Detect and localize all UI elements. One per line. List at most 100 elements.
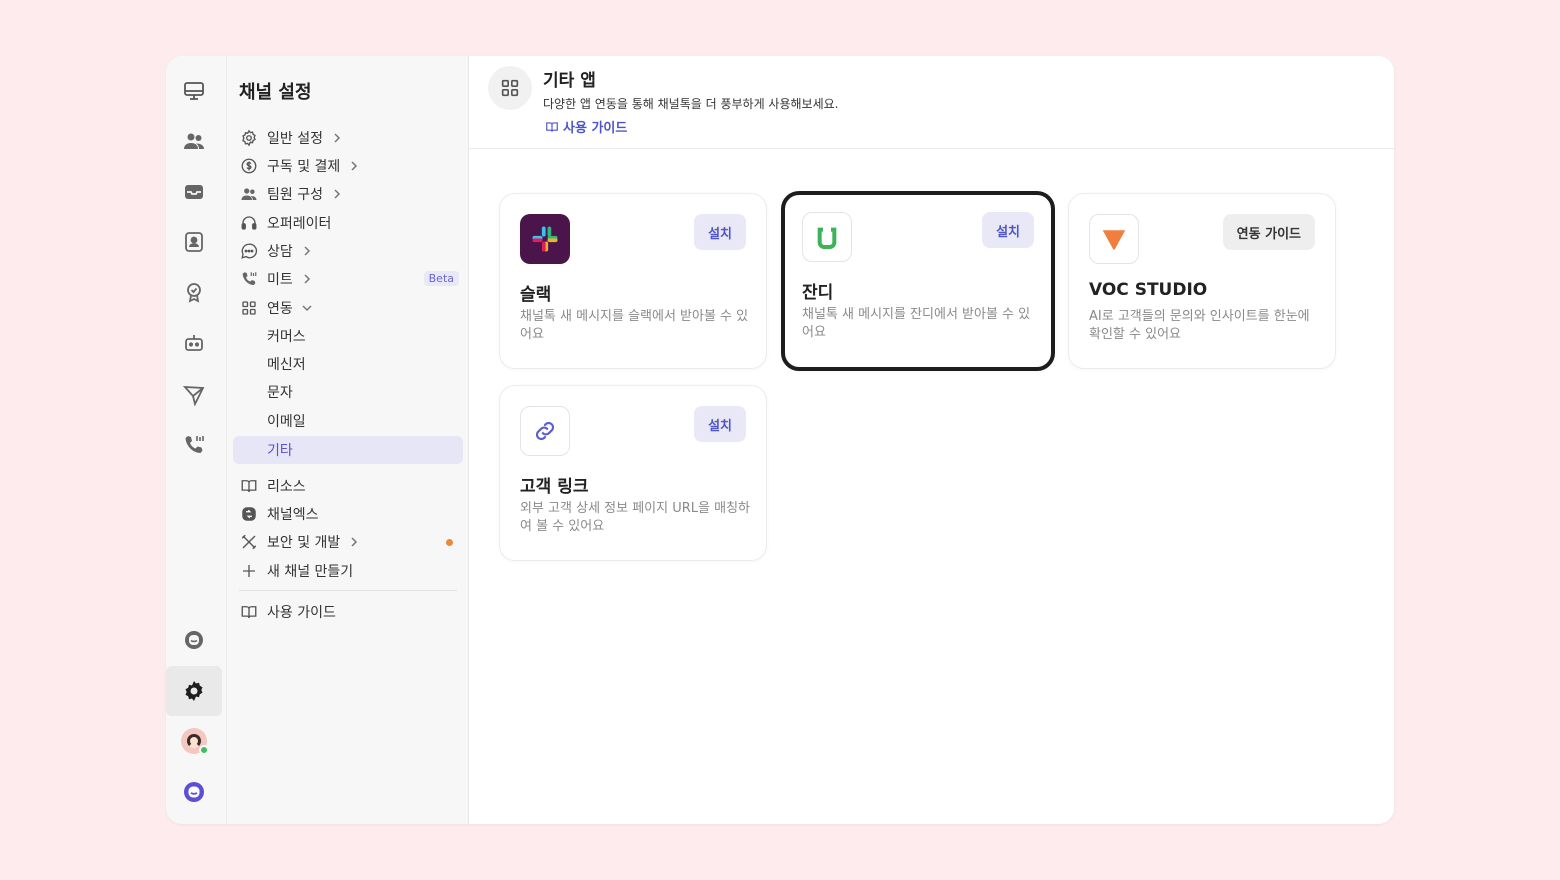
nav-item-channel-x[interactable]: 채널엑스 [233, 500, 463, 528]
notice-dot [446, 539, 453, 546]
nav-sub-sms[interactable]: 문자 [233, 378, 463, 406]
rail-channel-talk-button[interactable] [166, 615, 222, 665]
chevron-right-icon [301, 245, 313, 257]
nav-label: 오퍼레이터 [267, 216, 332, 232]
gear-icon [239, 128, 259, 148]
app-name: VOC STUDIO [1089, 280, 1208, 300]
headset-icon [239, 213, 259, 233]
nav-sub-commerce[interactable]: 커머스 [233, 322, 463, 350]
users-icon [184, 133, 204, 149]
nav-label: 일반 설정 [267, 131, 323, 147]
install-button[interactable]: 설치 [694, 214, 746, 250]
chevron-down-icon [301, 302, 313, 314]
nav-label: 사용 가이드 [267, 605, 336, 621]
nav-label: 팀원 구성 [267, 187, 323, 203]
voc-studio-logo-icon [1089, 214, 1139, 264]
channel-talk-logo-icon [184, 782, 204, 802]
rail-campaign-button[interactable] [166, 370, 222, 420]
page-header: 기타 앱 다양한 앱 연동을 통해 채널톡을 더 풍부하게 사용해보세요. 사용… [469, 56, 1394, 149]
nav-sub-other[interactable]: 기타 [233, 436, 463, 464]
badge-check-icon [187, 283, 201, 303]
rail-profile-button[interactable] [166, 716, 222, 766]
plus-icon [239, 561, 259, 581]
monitor-icon [184, 82, 204, 100]
nav-item-general-settings[interactable]: 일반 설정 [233, 124, 463, 152]
app-description: 외부 고객 상세 정보 페이지 URL을 매칭하여 볼 수 있어요 [520, 501, 750, 534]
integration-guide-button[interactable]: 연동 가이드 [1222, 214, 1315, 250]
contact-card-icon [185, 232, 203, 252]
phone-call-icon [185, 436, 204, 453]
user-guide-link[interactable]: 사용 가이드 [545, 117, 627, 136]
rail-contacts-button[interactable] [166, 116, 222, 166]
nav-label: 보안 및 개발 [267, 535, 341, 551]
grid-icon [239, 298, 259, 318]
chevron-right-icon [331, 188, 343, 200]
app-card-slack[interactable]: 설치 슬랙 채널톡 새 메시지를 슬랙에서 받아볼 수 있어요 [499, 193, 767, 369]
nav-item-subscription[interactable]: 구독 및 결제 [233, 152, 463, 180]
online-status-dot [199, 745, 209, 755]
app-window: 채널 설정 일반 설정 구독 및 결제 팀원 구성 오퍼레이터 상담 미트 Be… [166, 56, 1394, 824]
install-button[interactable]: 설치 [982, 212, 1034, 248]
rail-inbox-monitor-button[interactable] [166, 66, 222, 116]
phone-icon [239, 269, 259, 289]
rail-bot-button[interactable] [166, 318, 222, 368]
nav-item-team[interactable]: 팀원 구성 [233, 180, 463, 208]
app-name: 잔디 [802, 283, 834, 303]
send-icon [182, 385, 205, 407]
app-name: 슬랙 [520, 285, 552, 305]
book-icon [239, 476, 259, 496]
nav-item-integration[interactable]: 연동 [233, 294, 463, 322]
beta-badge: Beta [423, 271, 459, 286]
dollar-icon [239, 156, 259, 176]
nav-label: 연동 [267, 301, 293, 317]
chevron-right-icon [301, 273, 313, 285]
app-card-jandi[interactable]: 설치 잔디 채널톡 새 메시지를 잔디에서 받아볼 수 있어요 [781, 191, 1055, 371]
slack-logo-icon [520, 214, 570, 264]
nav-label: 미트 [267, 272, 293, 288]
install-button[interactable]: 설치 [694, 406, 746, 442]
nav-label: 구독 및 결제 [267, 159, 341, 175]
rail-call-button[interactable] [166, 420, 222, 470]
nav-sub-email[interactable]: 이메일 [233, 407, 463, 435]
nav-label: 상담 [267, 244, 293, 260]
nav-item-security-dev[interactable]: 보안 및 개발 [233, 528, 463, 556]
app-description: 채널톡 새 메시지를 슬랙에서 받아볼 수 있어요 [520, 309, 749, 342]
nav-label: 새 채널 만들기 [267, 564, 354, 580]
nav-sub-messenger[interactable]: 메신저 [233, 350, 463, 378]
nav-item-new-channel[interactable]: 새 채널 만들기 [233, 557, 463, 585]
nav-item-meet[interactable]: 미트 Beta [233, 265, 463, 293]
link-icon [520, 406, 570, 456]
tray-icon [185, 185, 203, 199]
panel-title: 채널 설정 [239, 82, 312, 103]
chevron-right-icon [348, 160, 360, 172]
bot-icon [185, 335, 203, 351]
grid-icon [488, 66, 532, 110]
nav-label: 채널엑스 [267, 507, 319, 523]
page-title: 기타 앱 [543, 71, 596, 91]
app-card-voc-studio[interactable]: 연동 가이드 VOC STUDIO AI로 고객들의 문의와 인사이트를 한눈에… [1068, 193, 1336, 369]
rail-settings-button[interactable] [166, 666, 222, 716]
chevron-right-icon [348, 536, 360, 548]
app-name: 고객 링크 [520, 477, 589, 497]
rail-badge-button[interactable] [166, 267, 222, 317]
app-card-customer-link[interactable]: 설치 고객 링크 외부 고객 상세 정보 페이지 URL을 매칭하여 볼 수 있… [499, 385, 767, 561]
avatar-face [187, 734, 201, 748]
book-icon [239, 602, 259, 622]
icon-rail [166, 56, 227, 824]
nav-item-consult[interactable]: 상담 [233, 237, 463, 265]
nav-item-user-guide[interactable]: 사용 가이드 [233, 598, 463, 626]
rail-tray-button[interactable] [166, 167, 222, 217]
rail-contact-card-button[interactable] [166, 217, 222, 267]
rail-channel-logo-button[interactable] [166, 767, 222, 817]
jandi-logo-icon [802, 212, 852, 262]
tools-icon [239, 532, 259, 552]
app-description: AI로 고객들의 문의와 인사이트를 한눈에 확인할 수 있어요 [1089, 309, 1310, 342]
channel-x-icon [239, 504, 259, 524]
book-icon [546, 121, 558, 132]
avatar [181, 728, 209, 755]
nav-item-operator[interactable]: 오퍼레이터 [233, 209, 463, 237]
chevron-right-icon [331, 132, 343, 144]
app-description: 채널톡 새 메시지를 잔디에서 받아볼 수 있어요 [802, 307, 1031, 340]
nav-item-resources[interactable]: 리소스 [233, 472, 463, 500]
nav-label: 리소스 [267, 479, 306, 495]
